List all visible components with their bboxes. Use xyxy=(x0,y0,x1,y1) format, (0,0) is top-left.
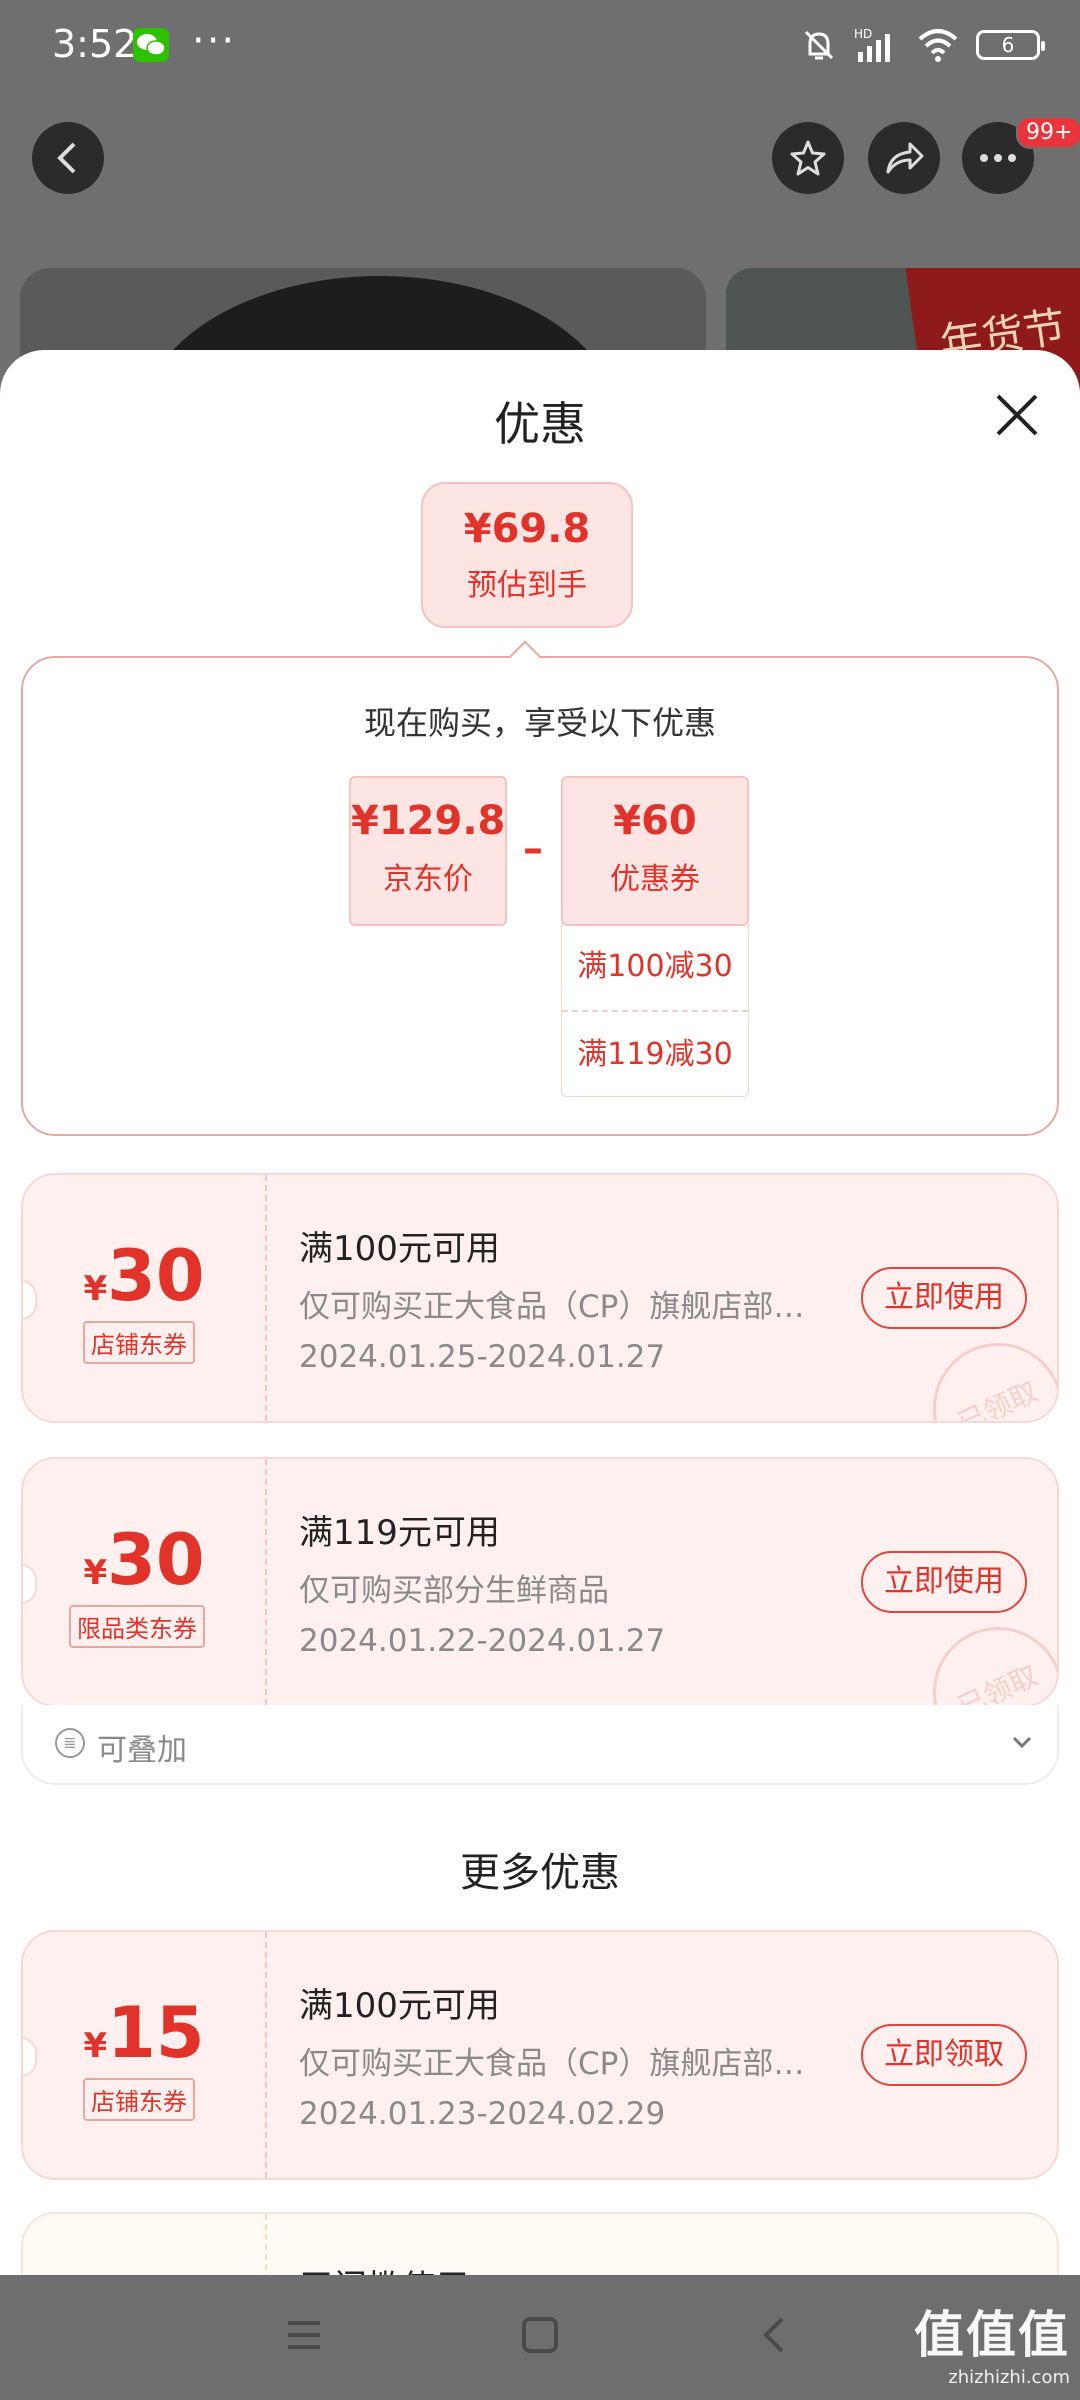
stack-icon: ≣ xyxy=(55,1728,85,1758)
coupon-title: 满100元可用 xyxy=(299,1229,500,1269)
system-nav-bar: 值值值 zhizhizhi.com xyxy=(0,2275,1080,2400)
coupon-breakdown-item: 满119减30 xyxy=(562,1010,748,1096)
mute-icon xyxy=(804,30,834,60)
estimated-price: ¥69.8 xyxy=(463,506,591,552)
coupon-type-tag: 店铺东券 xyxy=(83,1321,195,1364)
jd-price: ¥129.8 xyxy=(351,798,506,844)
back-nav-icon[interactable] xyxy=(754,2313,798,2357)
coupon-description: 仅可购买正大食品（CP）旗舰店部… xyxy=(299,2046,805,2082)
coupon-validity: 2024.01.22-2024.01.27 xyxy=(299,1623,666,1659)
watermark: 值值值 zhizhizhi.com xyxy=(914,2306,1070,2388)
svg-text:HD: HD xyxy=(854,27,872,41)
favorite-button[interactable] xyxy=(772,122,844,194)
chevron-left-icon xyxy=(57,142,76,174)
share-button[interactable] xyxy=(868,122,940,194)
coupon-card: ¥30 店铺东券 满100元可用 仅可购买正大食品（CP）旗舰店部… 2024.… xyxy=(21,1173,1059,1423)
claimed-stamp: 已领取 xyxy=(911,1321,1057,1421)
coupon-validity: 2024.01.25-2024.01.27 xyxy=(299,1339,666,1375)
claim-now-button[interactable]: 立即领取 xyxy=(861,2024,1027,2086)
menu-icon[interactable] xyxy=(282,2313,326,2357)
coupon-title: 满100元可用 xyxy=(299,1986,500,2026)
claimed-stamp: 已领取 xyxy=(911,1605,1057,1705)
close-icon xyxy=(996,394,1038,436)
coupon-total: ¥60 xyxy=(613,798,697,844)
jd-price-label: 京东价 xyxy=(383,862,473,897)
status-bar: 3:52 ··· HD 6 xyxy=(0,0,1080,92)
coupon-description: 仅可购买部分生鲜商品 xyxy=(299,1573,609,1609)
wifi-icon xyxy=(918,29,958,62)
signal-icon: HD xyxy=(854,27,890,62)
back-button[interactable] xyxy=(32,122,104,194)
wechat-icon xyxy=(133,28,169,62)
coupon-title: 满119元可用 xyxy=(299,1513,500,1553)
more-notifications-icon: ··· xyxy=(192,18,237,64)
coupon-type-tag: 限品类东券 xyxy=(69,1605,205,1648)
message-badge: 99+ xyxy=(1016,116,1080,149)
use-now-button[interactable]: 立即使用 xyxy=(861,1551,1027,1613)
coupon-amount: ¥30 xyxy=(83,1519,205,1601)
chevron-down-icon xyxy=(1012,1736,1032,1749)
status-icons: HD 6 xyxy=(800,26,1045,64)
coupon-breakdown-item: 满100减30 xyxy=(577,949,733,984)
stackable-row[interactable]: ≣ 可叠加 xyxy=(21,1705,1059,1785)
coupon-description: 仅可购买正大食品（CP）旗舰店部… xyxy=(299,1289,805,1325)
sheet-title: 优惠 xyxy=(494,397,586,451)
battery-icon: 6 xyxy=(976,30,1045,60)
coupon-card: 无门槛使用 xyxy=(21,2212,1059,2275)
breakdown-heading: 现在购买，享受以下优惠 xyxy=(363,704,716,742)
coupon-total-box: ¥60 优惠券 xyxy=(561,776,749,926)
close-button[interactable] xyxy=(988,386,1046,444)
status-time: 3:52 xyxy=(52,22,138,66)
discount-sheet: 优惠 ¥69.8 预估到手 现在购买，享受以下优惠 ¥129.8 京东价 – ¥… xyxy=(0,350,1080,2275)
coupon-total-label: 优惠券 xyxy=(610,862,700,897)
stackable-label: 可叠加 xyxy=(97,1733,187,1768)
estimated-price-box: ¥69.8 预估到手 xyxy=(421,482,633,628)
price-breakdown: 现在购买，享受以下优惠 ¥129.8 京东价 – ¥60 优惠券 满100减30… xyxy=(21,656,1059,1136)
coupon-card: ¥15 店铺东券 满100元可用 仅可购买正大食品（CP）旗舰店部… 2024.… xyxy=(21,1930,1059,2180)
use-now-button[interactable]: 立即使用 xyxy=(861,1267,1027,1329)
coupon-breakdown-list: 满100减30 满119减30 xyxy=(561,924,749,1097)
coupon-amount: ¥30 xyxy=(83,1235,205,1317)
home-icon[interactable] xyxy=(518,2313,562,2357)
coupon-card: ¥30 限品类东券 满119元可用 仅可购买部分生鲜商品 2024.01.22-… xyxy=(21,1457,1059,1707)
star-icon xyxy=(790,140,826,176)
coupon-title: 无门槛使用 xyxy=(299,2260,469,2275)
coupon-type-tag: 店铺东券 xyxy=(83,2078,195,2121)
minus-sign: – xyxy=(523,826,543,872)
estimated-price-label: 预估到手 xyxy=(467,568,587,603)
jd-price-box: ¥129.8 京东价 xyxy=(349,776,507,926)
coupon-validity: 2024.01.23-2024.02.29 xyxy=(299,2096,666,2132)
coupon-amount: ¥15 xyxy=(83,1992,205,2074)
more-discounts-title: 更多优惠 xyxy=(460,1850,620,1896)
product-header: 99+ xyxy=(0,92,1080,222)
share-icon xyxy=(886,142,924,174)
